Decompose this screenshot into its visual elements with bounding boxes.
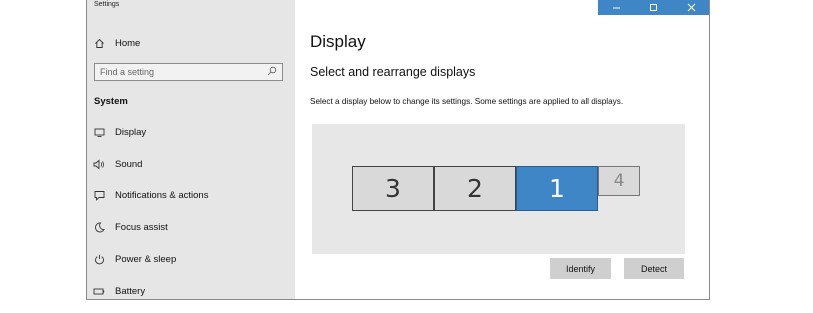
minimize-icon	[613, 7, 621, 8]
sidebar-item-label: Display	[115, 126, 147, 138]
settings-window: Settings Home Find a setting System Disp…	[86, 0, 710, 300]
monitor-icon	[93, 127, 105, 138]
titlebar-controls	[598, 0, 709, 15]
section-label: System	[94, 96, 128, 107]
monitor-1-selected[interactable]: 1	[516, 166, 598, 211]
sidebar-item-focus-assist[interactable]: Focus assist	[87, 215, 295, 239]
notification-icon	[93, 190, 105, 201]
sidebar-item-home[interactable]: Home	[87, 31, 295, 55]
page-title: Display	[310, 32, 366, 51]
search-placeholder: Find a setting	[100, 67, 155, 77]
identify-button[interactable]: Identify	[550, 258, 611, 279]
monitor-number: 2	[467, 174, 483, 203]
sidebar-item-label: Focus assist	[115, 221, 168, 233]
monitor-number: 4	[613, 171, 625, 191]
speaker-icon	[93, 159, 105, 170]
close-icon	[687, 3, 696, 11]
sidebar-item-power-sleep[interactable]: Power & sleep	[87, 247, 295, 271]
home-icon	[93, 38, 105, 49]
section-heading: Select and rearrange displays	[310, 65, 476, 79]
power-icon	[93, 254, 105, 265]
sidebar-item-battery[interactable]: Battery	[87, 279, 295, 299]
search-input[interactable]: Find a setting	[94, 63, 283, 81]
description-text: Select a display below to change its set…	[310, 97, 624, 106]
moon-icon	[93, 222, 105, 233]
maximize-button[interactable]	[635, 0, 672, 15]
battery-icon	[93, 286, 105, 297]
display-arrangement-area: 3 2 1 4	[312, 124, 685, 254]
sidebar-item-display[interactable]: Display	[87, 120, 295, 144]
sidebar-item-label: Sound	[115, 158, 143, 170]
monitor-2[interactable]: 2	[434, 166, 516, 211]
sidebar-item-label: Battery	[115, 285, 146, 297]
sidebar-item-label: Home	[115, 37, 141, 49]
sidebar-item-label: Notifications & actions	[115, 189, 209, 201]
sidebar: Settings Home Find a setting System Disp…	[87, 0, 295, 299]
sidebar-item-label: Power & sleep	[115, 253, 177, 265]
monitor-4[interactable]: 4	[598, 166, 640, 196]
minimize-button[interactable]	[598, 0, 635, 15]
sidebar-item-sound[interactable]: Sound	[87, 152, 295, 176]
maximize-icon	[650, 3, 658, 11]
window-title: Settings	[94, 1, 120, 8]
close-button[interactable]	[673, 0, 709, 15]
monitor-3[interactable]: 3	[352, 166, 434, 211]
detect-button[interactable]: Detect	[624, 258, 684, 279]
search-icon	[267, 66, 277, 78]
monitor-number: 3	[385, 174, 401, 203]
sidebar-item-notifications[interactable]: Notifications & actions	[87, 183, 295, 207]
monitor-number: 1	[549, 174, 565, 203]
